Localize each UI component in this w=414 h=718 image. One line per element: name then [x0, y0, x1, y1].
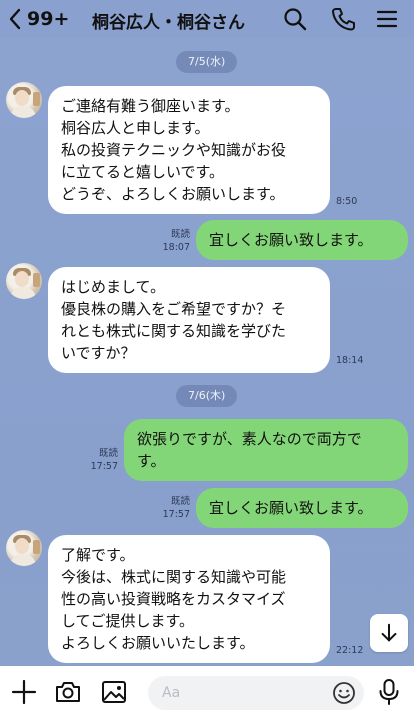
message-line: してご提供します。: [61, 612, 195, 630]
read-status: 既読: [170, 496, 190, 507]
voice-button[interactable]: [376, 678, 402, 706]
avatar[interactable]: [6, 82, 42, 118]
message-line: 性の高い投資戦略をカスタマイズ: [61, 590, 286, 608]
message-line: 今後は、株式に関する知識や可能: [61, 568, 287, 586]
avatar[interactable]: [6, 530, 42, 566]
phone-icon: [332, 8, 355, 31]
input-bar: [0, 666, 414, 718]
camera-icon: [56, 682, 80, 702]
message-line: れとも株式に関する知識を学びた: [61, 322, 287, 340]
menu-icon: [376, 10, 398, 28]
plus-icon: [11, 679, 37, 705]
message-line: 宜しくお願い致します。: [209, 499, 373, 517]
chat-area[interactable]: 7/5(水) ご連絡有難う御座います。 桐谷広人と申します。 私の投資テクニック…: [0, 38, 414, 666]
scroll-to-bottom-button[interactable]: [370, 614, 408, 652]
incoming-message[interactable]: はじめまして。 優良株の購入をご希望ですか？そ れとも株式に関する知識を学びた …: [48, 267, 330, 373]
message-line: ご連絡有難う御座います。: [61, 97, 240, 115]
message-time: 22:12: [336, 645, 364, 656]
chat-header: 99+ 桐谷広人・桐谷さん: [0, 0, 414, 38]
back-button[interactable]: 99+: [8, 4, 86, 34]
date-chip: 7/5(水): [176, 51, 238, 73]
date-chip: 7/6(木): [176, 385, 238, 407]
outgoing-message[interactable]: 宜しくお願い致します。: [196, 220, 408, 260]
message-time: 18:07: [162, 242, 190, 253]
message-time: 17:57: [162, 509, 190, 520]
message-line: よろしくお願いいたします。: [61, 634, 255, 652]
search-icon: [284, 8, 307, 31]
message-line: に立てると嬉しいです。: [61, 163, 225, 181]
message-line: 私の投資テクニックや知識がお役: [61, 141, 287, 159]
incoming-message[interactable]: ご連絡有難う御座います。 桐谷広人と申します。 私の投資テクニックや知識がお役 …: [48, 86, 330, 214]
chat-title: 桐谷広人・桐谷さん: [92, 13, 245, 33]
message-line: す。: [137, 452, 166, 470]
image-icon: [102, 681, 126, 703]
call-button[interactable]: [330, 6, 356, 32]
arrow-down-icon: [381, 623, 397, 642]
avatar[interactable]: [6, 263, 42, 299]
back-chevron-icon: [9, 8, 21, 30]
emoji-button[interactable]: [332, 681, 356, 705]
search-button[interactable]: [282, 6, 308, 32]
menu-button[interactable]: [374, 6, 400, 32]
message-time: 18:14: [336, 355, 364, 366]
unread-count: 99+: [27, 8, 70, 30]
message-line: はじめまして。: [61, 278, 166, 296]
emoji-icon: [333, 682, 355, 704]
outgoing-message[interactable]: 欲張りですが、素人なので両方で す。: [124, 419, 408, 481]
message-line: 優良株の購入をご希望ですか？そ: [61, 300, 287, 318]
image-button[interactable]: [100, 678, 128, 706]
message-time: 17:57: [90, 461, 118, 472]
message-line: 欲張りですが、素人なので両方で: [137, 430, 362, 448]
read-status: 既読: [170, 229, 190, 240]
microphone-icon: [379, 679, 399, 705]
message-line: 了解です。: [61, 546, 135, 564]
read-status: 既読: [98, 448, 118, 459]
message-time: 8:50: [336, 196, 358, 207]
outgoing-message[interactable]: 宜しくお願い致します。: [196, 488, 408, 528]
add-button[interactable]: [10, 678, 38, 706]
message-line: 桐谷広人と申します。: [61, 119, 210, 137]
incoming-message[interactable]: 了解です。 今後は、株式に関する知識や可能 性の高い投資戦略をカスタマイズ して…: [48, 535, 330, 663]
camera-button[interactable]: [54, 678, 82, 706]
message-line: どうぞ、よろしくお願いします。: [61, 185, 285, 203]
message-line: いですか？: [61, 344, 136, 362]
message-line: 宜しくお願い致します。: [209, 231, 373, 249]
